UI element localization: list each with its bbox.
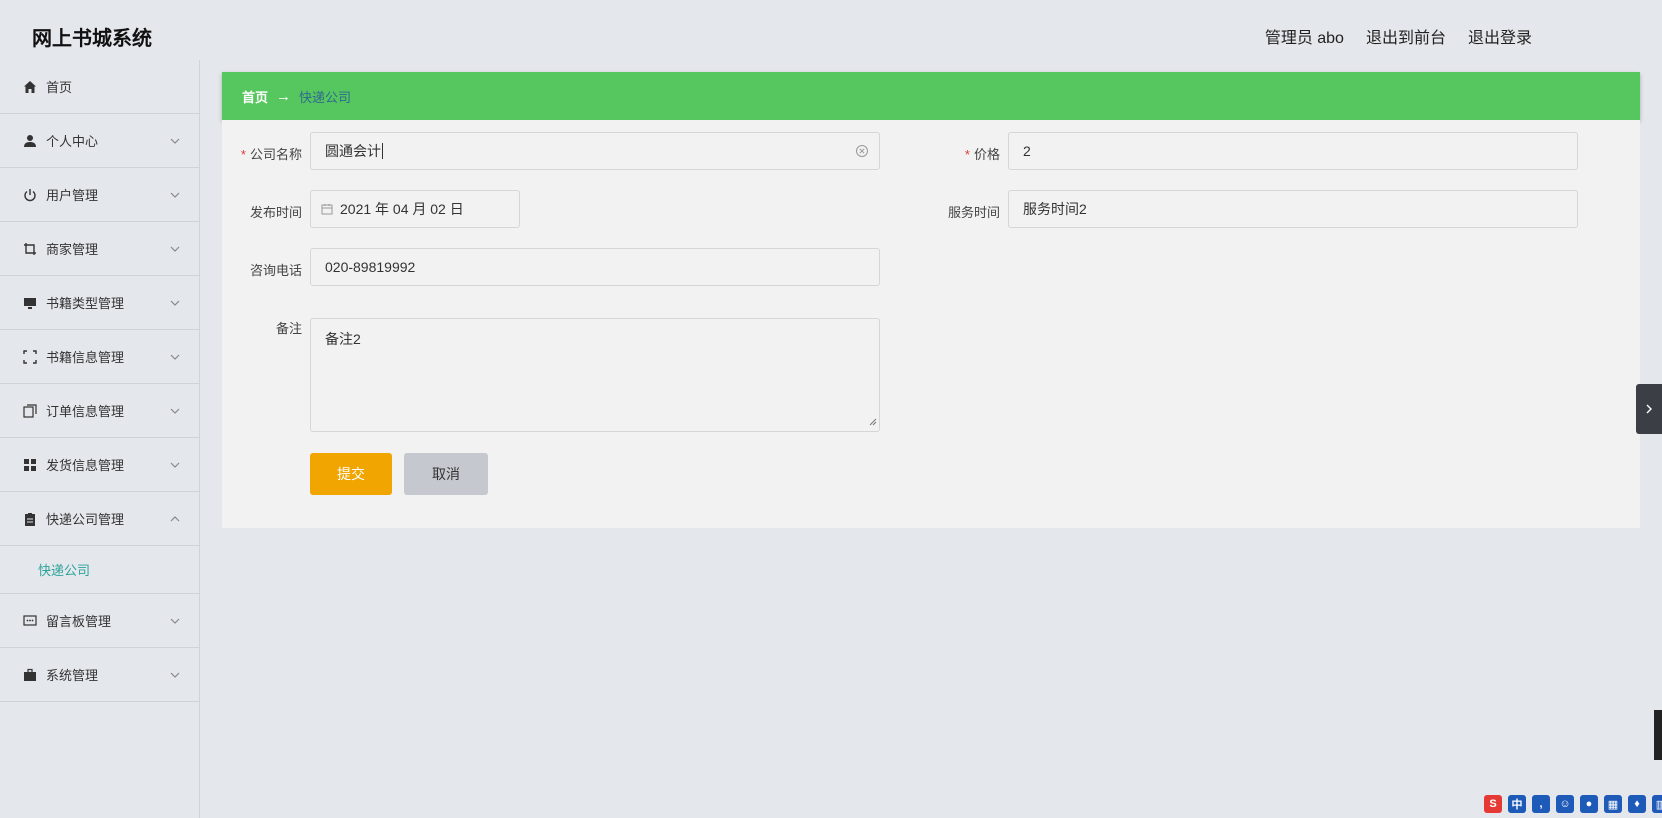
form-panel: * 公司名称 圆通会计 * 价格 2 发布时间 2021 年 04 月 02 日 服… bbox=[222, 120, 1640, 528]
scroll-strip bbox=[1654, 710, 1662, 760]
company-name-input[interactable]: 圆通会计 bbox=[310, 132, 880, 170]
publish-time-label: 发布时间 bbox=[249, 205, 302, 220]
chevron-down-icon bbox=[170, 618, 180, 624]
sidebar-item-label: 书籍信息管理 bbox=[46, 350, 125, 365]
back-to-front-link[interactable]: 退出到前台 bbox=[1366, 24, 1446, 48]
chevron-down-icon bbox=[170, 192, 180, 198]
logout-link[interactable]: 退出登录 bbox=[1468, 24, 1532, 48]
sidebar-item-system-management[interactable]: 系统管理 bbox=[0, 648, 199, 702]
price-input[interactable]: 2 bbox=[1008, 132, 1578, 170]
power-icon bbox=[22, 187, 38, 203]
sidebar-item-courier-management[interactable]: 快递公司管理 bbox=[0, 492, 199, 546]
side-panel-toggle[interactable] bbox=[1636, 384, 1662, 434]
user-icon bbox=[22, 133, 38, 149]
chevron-down-icon bbox=[170, 138, 180, 144]
service-time-input[interactable]: 服务时间2 bbox=[1008, 190, 1578, 228]
app-title: 网上书城系统 bbox=[32, 28, 152, 50]
breadcrumb-home[interactable]: 首页 bbox=[242, 87, 268, 106]
top-header: 网上书城系统 管理员 abo 退出到前台 退出登录 bbox=[0, 0, 1662, 66]
chevron-down-icon bbox=[170, 354, 180, 360]
service-time-label: 服务时间 bbox=[947, 205, 1000, 220]
phone-input[interactable]: 020-89819992 bbox=[310, 248, 880, 286]
sidebar-item-merchant-management[interactable]: 商家管理 bbox=[0, 222, 199, 276]
cancel-button[interactable]: 取消 bbox=[404, 453, 488, 495]
sidebar-item-message-board-management[interactable]: 留言板管理 bbox=[0, 594, 199, 648]
sidebar-item-label: 用户管理 bbox=[46, 188, 99, 203]
admin-user-label[interactable]: 管理员 abo bbox=[1265, 24, 1344, 48]
sidebar-item-label: 发货信息管理 bbox=[46, 458, 125, 473]
skin-icon[interactable]: ♦ bbox=[1628, 795, 1646, 813]
chevron-up-icon bbox=[170, 515, 180, 521]
sidebar-item-label: 留言板管理 bbox=[46, 614, 112, 629]
sidebar-item-label: 书籍类型管理 bbox=[46, 296, 125, 311]
system-tray: S 中 , ☺ ● ▦ ♦ ▥ bbox=[1484, 792, 1662, 816]
submit-button[interactable]: 提交 bbox=[310, 453, 392, 495]
header-actions: 管理员 abo 退出到前台 退出登录 bbox=[1265, 24, 1532, 48]
briefcase-icon bbox=[22, 667, 38, 683]
calendar-icon bbox=[321, 203, 333, 215]
note-textarea[interactable]: 备注2 bbox=[310, 318, 880, 432]
sidebar-item-label: 个人中心 bbox=[46, 134, 99, 149]
sidebar-item-personal-center[interactable]: 个人中心 bbox=[0, 114, 199, 168]
monitor-icon bbox=[22, 295, 38, 311]
breadcrumb: 首页 → 快递公司 bbox=[222, 72, 1640, 120]
sidebar-item-order-info-management[interactable]: 订单信息管理 bbox=[0, 384, 199, 438]
input-method-icon[interactable]: S bbox=[1484, 795, 1502, 813]
sidebar-item-book-info-management[interactable]: 书籍信息管理 bbox=[0, 330, 199, 384]
sidebar-item-label: 订单信息管理 bbox=[46, 404, 125, 419]
chevron-down-icon bbox=[170, 462, 180, 468]
sidebar-item-book-type-management[interactable]: 书籍类型管理 bbox=[0, 276, 199, 330]
clear-icon[interactable] bbox=[855, 144, 869, 161]
chinese-mode-icon[interactable]: 中 bbox=[1508, 795, 1526, 813]
chevron-down-icon bbox=[170, 672, 180, 678]
phone-label: 咨询电话 bbox=[249, 263, 302, 278]
sidebar-item-label: 系统管理 bbox=[46, 668, 99, 683]
chevron-down-icon bbox=[170, 246, 180, 252]
chevron-down-icon bbox=[170, 408, 180, 414]
punctuation-icon[interactable]: , bbox=[1532, 795, 1550, 813]
keyboard-icon[interactable]: ▦ bbox=[1604, 795, 1622, 813]
sidebar-item-user-management[interactable]: 用户管理 bbox=[0, 168, 199, 222]
sidebar-item-shipping-info-management[interactable]: 发货信息管理 bbox=[0, 438, 199, 492]
emoji-icon[interactable]: ☺ bbox=[1556, 795, 1574, 813]
sidebar-item-label: 首页 bbox=[46, 80, 73, 95]
grid-icon bbox=[22, 457, 38, 473]
sidebar-item-label: 快递公司管理 bbox=[46, 512, 125, 527]
copy-icon bbox=[22, 403, 38, 419]
breadcrumb-current: 快递公司 bbox=[299, 89, 352, 105]
toolbox-icon[interactable]: ▥ bbox=[1652, 795, 1662, 813]
sidebar-subitem-courier-company[interactable]: 快递公司 bbox=[0, 546, 199, 594]
arrow-right-icon: → bbox=[276, 87, 292, 105]
resize-handle-icon[interactable] bbox=[869, 413, 877, 429]
sidebar-item-home[interactable]: 首页 bbox=[0, 60, 199, 114]
sidebar: 首页 个人中心 用户管理 商家管理 书籍类型管理 书籍信息管理 订单信息管理 发… bbox=[0, 60, 200, 818]
publish-date-picker[interactable]: 2021 年 04 月 02 日 bbox=[310, 190, 520, 228]
price-label: * 价格 bbox=[964, 147, 1000, 162]
microphone-icon[interactable]: ● bbox=[1580, 795, 1598, 813]
message-icon bbox=[22, 613, 38, 629]
frame-icon bbox=[22, 349, 38, 365]
chevron-right-icon bbox=[1646, 404, 1652, 414]
note-label: 备注 bbox=[275, 321, 302, 336]
sidebar-item-label: 商家管理 bbox=[46, 242, 99, 257]
home-icon bbox=[22, 79, 38, 95]
crop-icon bbox=[22, 241, 38, 257]
chevron-down-icon bbox=[170, 300, 180, 306]
clipboard-icon bbox=[22, 511, 38, 527]
company-name-label: * 公司名称 bbox=[240, 147, 302, 162]
